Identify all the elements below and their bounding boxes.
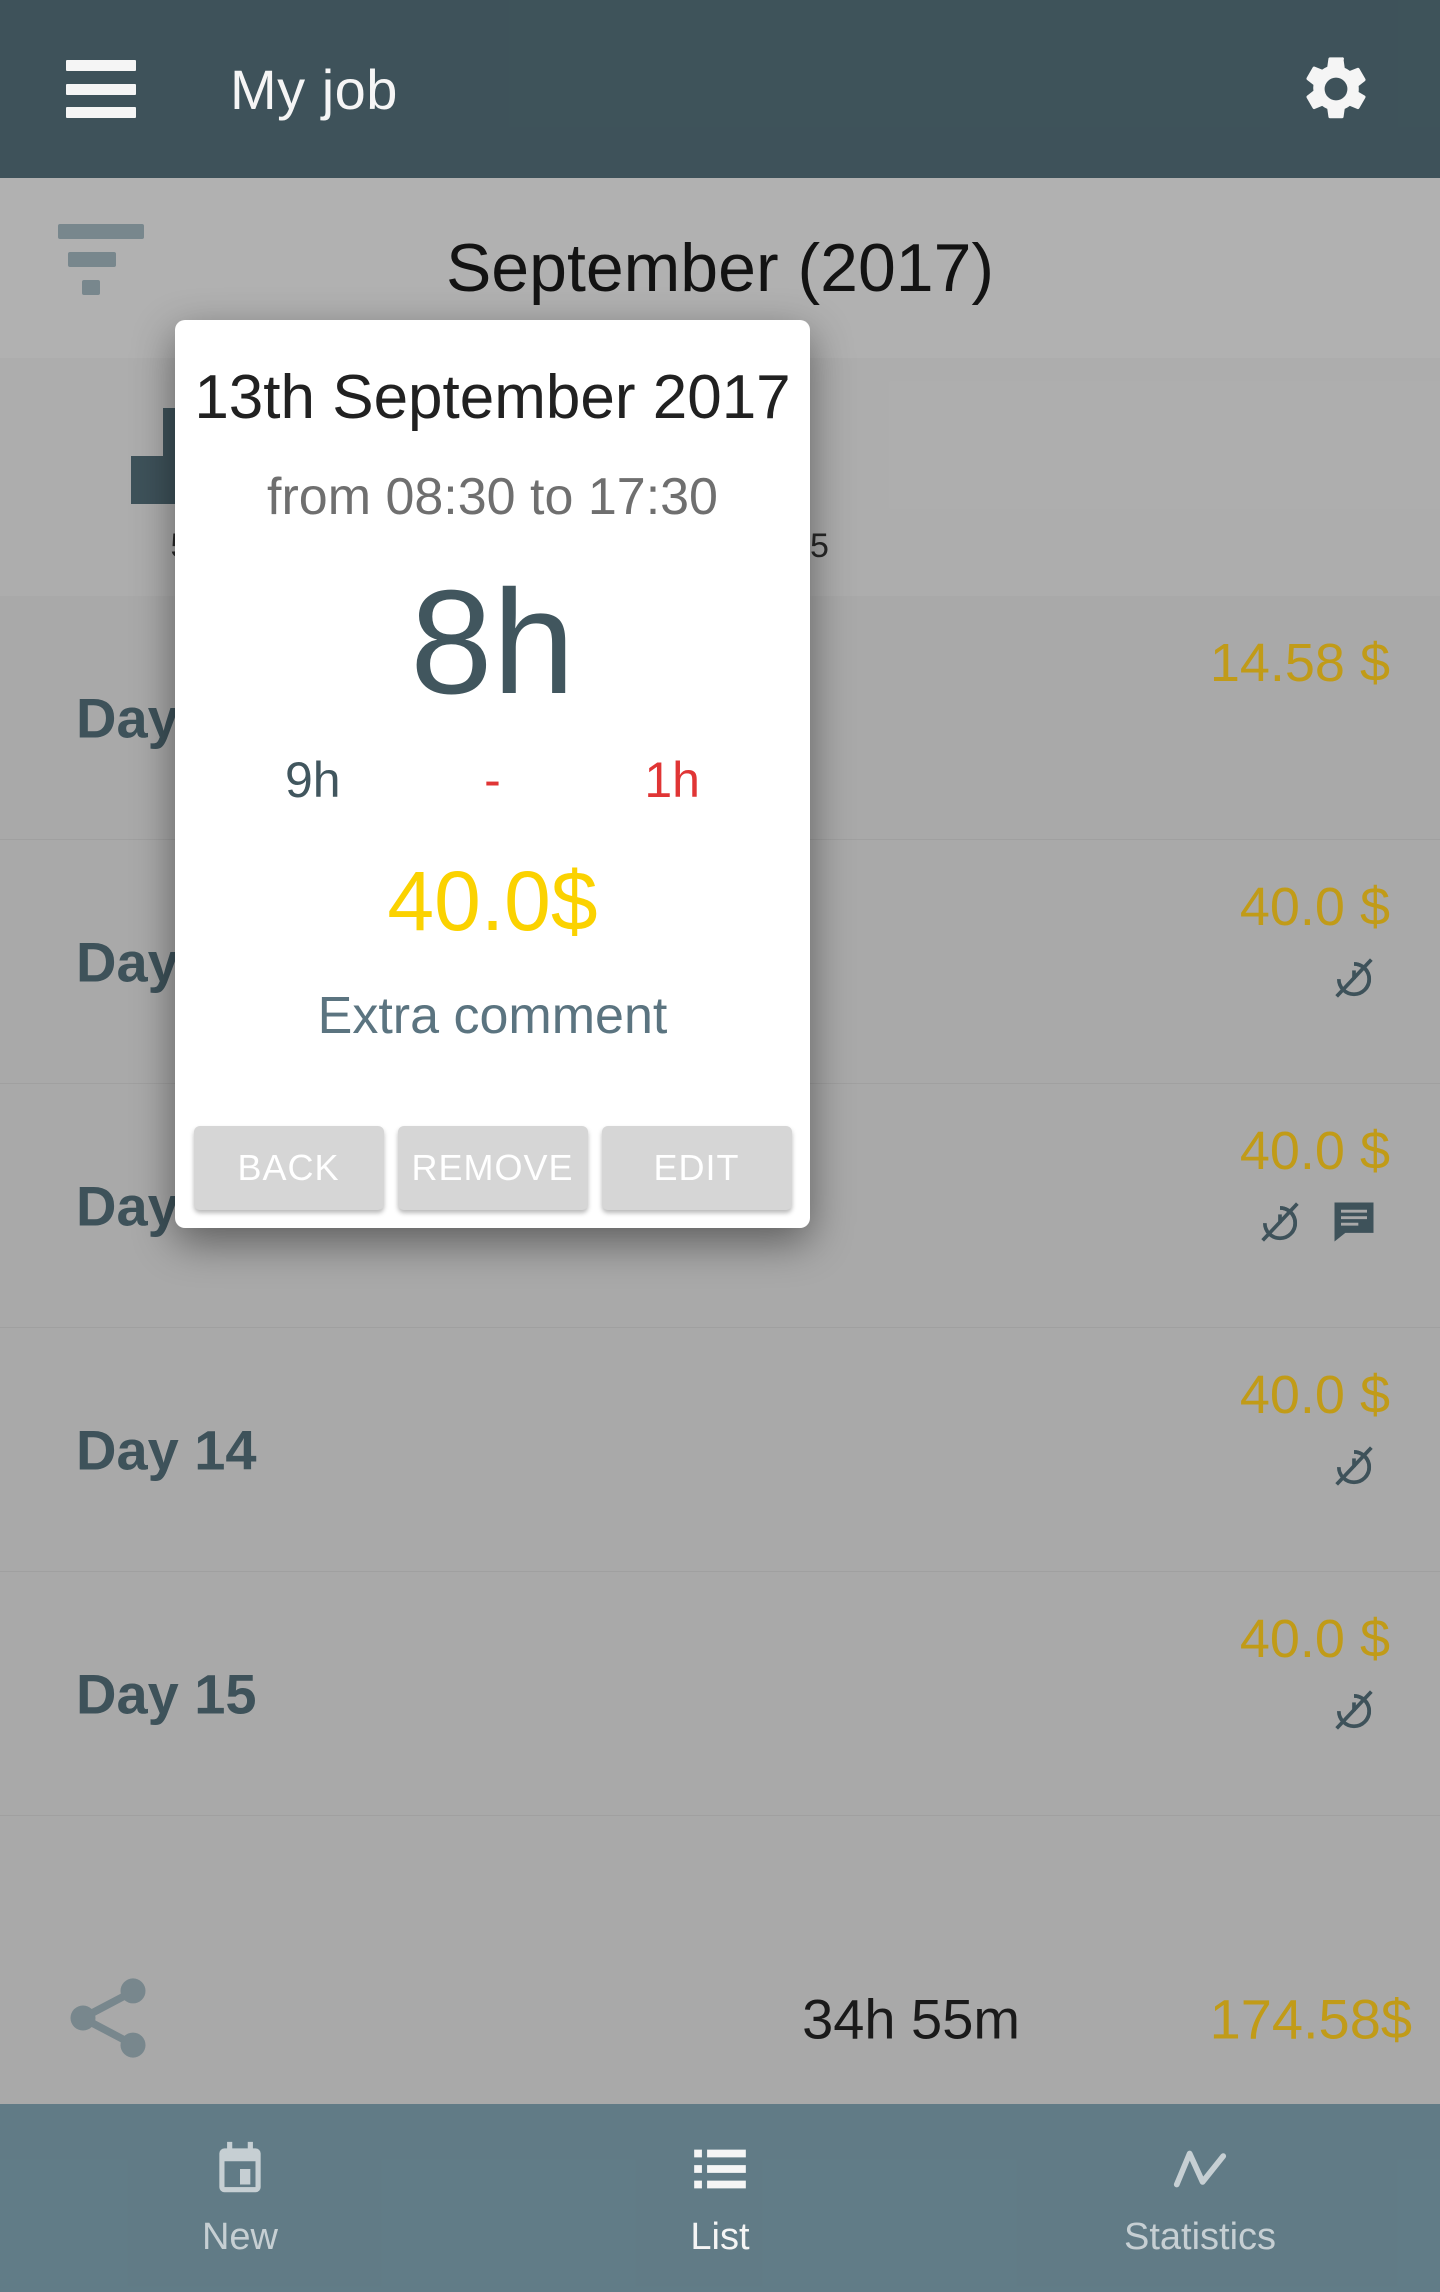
dialog-time-range: from 08:30 to 17:30 <box>267 467 718 527</box>
dialog-actions: BACK REMOVE EDIT <box>175 1126 810 1210</box>
dialog-pause-hours: 1h <box>644 751 700 809</box>
dialog-title: 13th September 2017 <box>194 362 790 433</box>
edit-button[interactable]: EDIT <box>602 1126 792 1210</box>
dialog-earnings: 40.0$ <box>387 853 597 950</box>
dialog-minus-sign: - <box>484 751 501 809</box>
dialog-worked-hours: 9h <box>285 751 341 809</box>
entry-detail-dialog: 13th September 2017 from 08:30 to 17:30 … <box>175 320 810 1228</box>
dialog-hours-breakdown: 9h - 1h <box>175 751 810 809</box>
dialog-total-hours: 8h <box>410 569 575 717</box>
remove-button[interactable]: REMOVE <box>398 1126 588 1210</box>
back-button[interactable]: BACK <box>194 1126 384 1210</box>
dialog-extra-comment-link[interactable]: Extra comment <box>318 986 668 1046</box>
